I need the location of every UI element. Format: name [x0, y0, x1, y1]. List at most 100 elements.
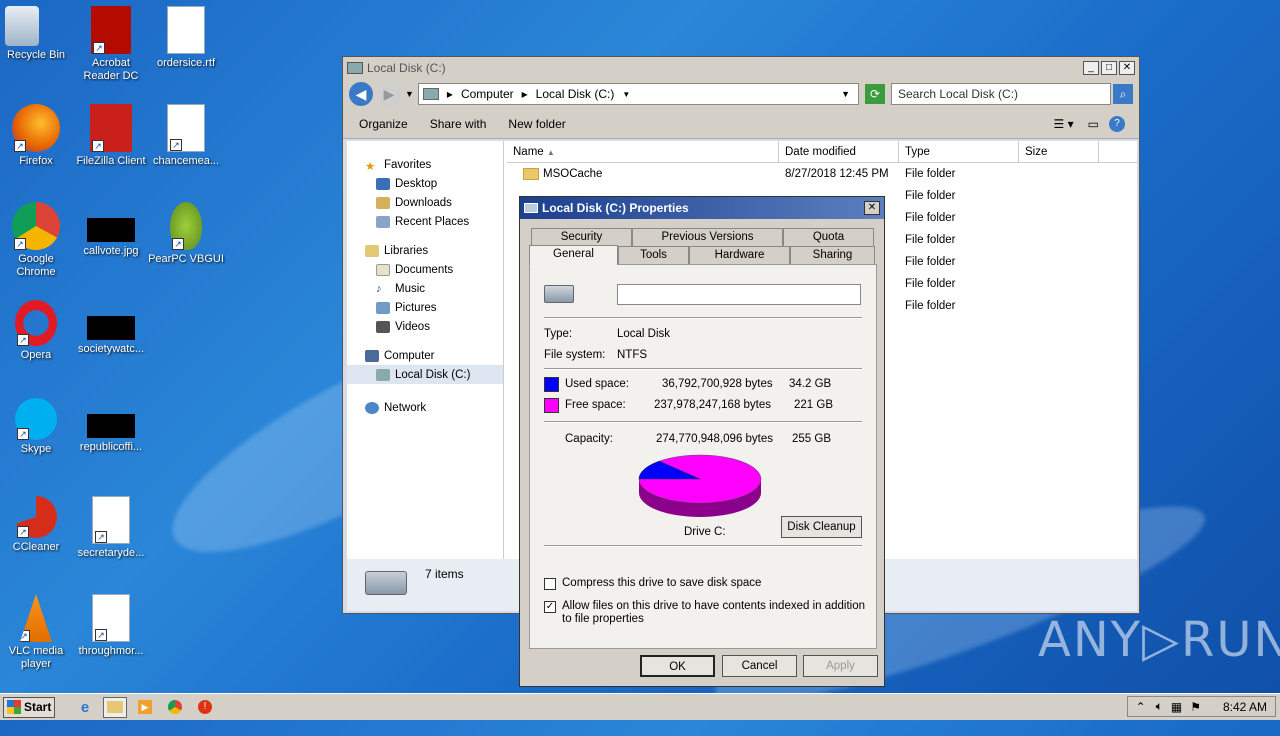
- search-icon[interactable]: ⌕: [1113, 84, 1133, 104]
- minimize-button[interactable]: _: [1083, 61, 1099, 75]
- ok-button[interactable]: OK: [640, 655, 715, 677]
- desktop-icon-google-chrome[interactable]: ↗ Google Chrome: [0, 202, 74, 279]
- network-tray-icon[interactable]: ▦: [1171, 700, 1182, 714]
- desktop-icon-recycle-bin[interactable]: Recycle Bin: [0, 6, 74, 62]
- forward-button[interactable]: ▶: [377, 82, 401, 106]
- nav-recent-places[interactable]: Recent Places: [347, 212, 503, 231]
- tab-previous-versions[interactable]: Previous Versions: [632, 228, 783, 246]
- show-hidden-icons-icon[interactable]: ⌃: [1136, 700, 1146, 714]
- internet-explorer-icon[interactable]: e: [73, 697, 97, 718]
- nav-network[interactable]: Network: [347, 398, 503, 417]
- tab-quota[interactable]: Quota: [783, 228, 874, 246]
- organize-menu[interactable]: Organize: [359, 117, 408, 131]
- desktop-icon-republicoffi[interactable]: republicoffi...: [73, 398, 149, 454]
- tab-general[interactable]: General: [529, 245, 618, 265]
- breadcrumb[interactable]: ▸ Computer ▸ Local Disk (C:) ▼ ▼: [417, 83, 859, 105]
- dialog-close-button[interactable]: ✕: [864, 201, 880, 215]
- breadcrumb-local-disk[interactable]: Local Disk (C:): [536, 87, 615, 101]
- desktop-icon-vlc-media-player[interactable]: ↗ VLC media player: [0, 594, 74, 671]
- desktop-icon-opera[interactable]: ↗ Opera: [0, 300, 74, 362]
- nav-label: Network: [384, 401, 427, 414]
- desktop-icon-pearpc-vbgui[interactable]: ↗ PearPC VBGUI: [148, 202, 224, 266]
- shortcut-arrow-icon: ↗: [17, 334, 29, 346]
- nav-music[interactable]: ♪ Music: [347, 279, 503, 298]
- chevron-down-icon[interactable]: ▼: [622, 90, 630, 99]
- nav-pictures[interactable]: Pictures: [347, 298, 503, 317]
- capacity-bytes: 274,770,948,096 bytes: [656, 433, 774, 445]
- breadcrumb-separator: ▸: [446, 87, 453, 101]
- stop-icon[interactable]: !: [193, 697, 217, 718]
- column-type[interactable]: Type: [899, 141, 1019, 162]
- desktop-icon-acrobat-reader-dc[interactable]: ↗ Acrobat Reader DC: [73, 6, 149, 83]
- index-checkbox[interactable]: ✓: [544, 601, 556, 613]
- desktop-icon-label: ordersice.rtf: [156, 57, 216, 69]
- start-button[interactable]: Start: [3, 696, 55, 718]
- desktop-icon-callvote-jpg[interactable]: callvote.jpg: [73, 202, 149, 258]
- desktop-icon-label: Acrobat Reader DC: [83, 57, 139, 82]
- chrome-icon[interactable]: [163, 697, 187, 718]
- refresh-icon[interactable]: ⟳: [865, 84, 885, 104]
- computer-icon: [365, 349, 379, 362]
- nav-libraries[interactable]: Libraries: [347, 241, 503, 260]
- firefox-icon: ↗: [12, 104, 60, 152]
- tab-hardware[interactable]: Hardware: [689, 246, 790, 264]
- desktop-icon-label: societywatc...: [77, 343, 145, 355]
- tab-security[interactable]: Security: [531, 228, 632, 246]
- search-input[interactable]: Search Local Disk (C:): [891, 83, 1111, 105]
- back-button[interactable]: ◀: [349, 82, 373, 106]
- desktop-icon-label: throughmor...: [78, 645, 144, 657]
- nav-downloads[interactable]: Downloads: [347, 193, 503, 212]
- media-player-icon[interactable]: ▶: [133, 697, 157, 718]
- nav-desktop[interactable]: Desktop: [347, 174, 503, 193]
- breadcrumb-computer[interactable]: Computer: [461, 87, 514, 101]
- tab-sharing[interactable]: Sharing: [790, 246, 875, 264]
- desktop-icon-societywatc[interactable]: societywatc...: [73, 300, 149, 356]
- column-name[interactable]: Name ▲: [507, 141, 779, 162]
- nav-videos[interactable]: Videos: [347, 317, 503, 336]
- volume-label-input[interactable]: [617, 284, 861, 305]
- desktop-icon-chancemea[interactable]: ↗ chancemea...: [148, 104, 224, 168]
- recycle-bin-icon: [5, 6, 39, 46]
- desktop-icon-throughmor[interactable]: ↗ throughmor...: [73, 594, 149, 658]
- divider: [544, 421, 862, 423]
- opera-icon: ↗: [15, 300, 57, 346]
- desktop-icon-firefox[interactable]: ↗ Firefox: [0, 104, 74, 168]
- nav-computer[interactable]: Computer: [347, 346, 503, 365]
- history-dropdown-icon[interactable]: ▼: [841, 89, 850, 99]
- help-icon[interactable]: ?: [1109, 115, 1125, 132]
- volume-icon[interactable]: 🔈︎: [1156, 699, 1163, 714]
- dialog-titlebar[interactable]: Local Disk (C:) Properties ✕: [520, 197, 884, 219]
- column-size[interactable]: Size: [1019, 141, 1099, 162]
- desktop-icon-filezilla-client[interactable]: ↗ FileZilla Client: [73, 104, 149, 168]
- tab-tools[interactable]: Tools: [618, 246, 689, 264]
- share-with-menu[interactable]: Share with: [430, 117, 487, 131]
- nav-label: Libraries: [384, 244, 429, 257]
- column-date[interactable]: Date modified: [779, 141, 899, 162]
- cancel-button[interactable]: Cancel: [722, 655, 797, 677]
- preview-pane-icon[interactable]: ▭: [1088, 117, 1099, 131]
- nav-favorites[interactable]: ★ Favorites: [347, 155, 503, 174]
- table-row[interactable]: MSOCache 8/27/2018 12:45 PM File folder: [507, 163, 1137, 185]
- new-folder-button[interactable]: New folder: [508, 117, 565, 131]
- free-space-swatch: [544, 398, 559, 413]
- view-options-icon[interactable]: ☰ ▾: [1054, 117, 1074, 131]
- clock[interactable]: 8:42 AM: [1223, 700, 1267, 714]
- nav-documents[interactable]: Documents: [347, 260, 503, 279]
- explorer-titlebar[interactable]: Local Disk (C:) _ □ ✕: [343, 57, 1139, 79]
- chevron-down-icon[interactable]: ▼: [405, 89, 414, 99]
- compress-checkbox[interactable]: [544, 578, 556, 590]
- nav-label: Videos: [395, 320, 430, 333]
- explorer-taskbar-icon[interactable]: [103, 696, 127, 718]
- folder-icon: [523, 168, 539, 180]
- shortcut-arrow-icon: ↗: [17, 428, 29, 440]
- maximize-button[interactable]: □: [1101, 61, 1117, 75]
- disk-cleanup-button[interactable]: Disk Cleanup: [781, 516, 862, 538]
- nav-local-disk[interactable]: Local Disk (C:): [347, 365, 503, 384]
- close-button[interactable]: ✕: [1119, 61, 1135, 75]
- action-center-icon[interactable]: ⚑: [1190, 700, 1201, 714]
- desktop-icon-skype[interactable]: ↗ Skype: [0, 398, 74, 456]
- apply-button[interactable]: Apply: [803, 655, 878, 677]
- desktop-icon-ccleaner[interactable]: ↗ CCleaner: [0, 496, 74, 554]
- desktop-icon-ordersice-rtf[interactable]: ordersice.rtf: [148, 6, 224, 70]
- desktop-icon-secretaryde[interactable]: ↗ secretaryde...: [73, 496, 149, 560]
